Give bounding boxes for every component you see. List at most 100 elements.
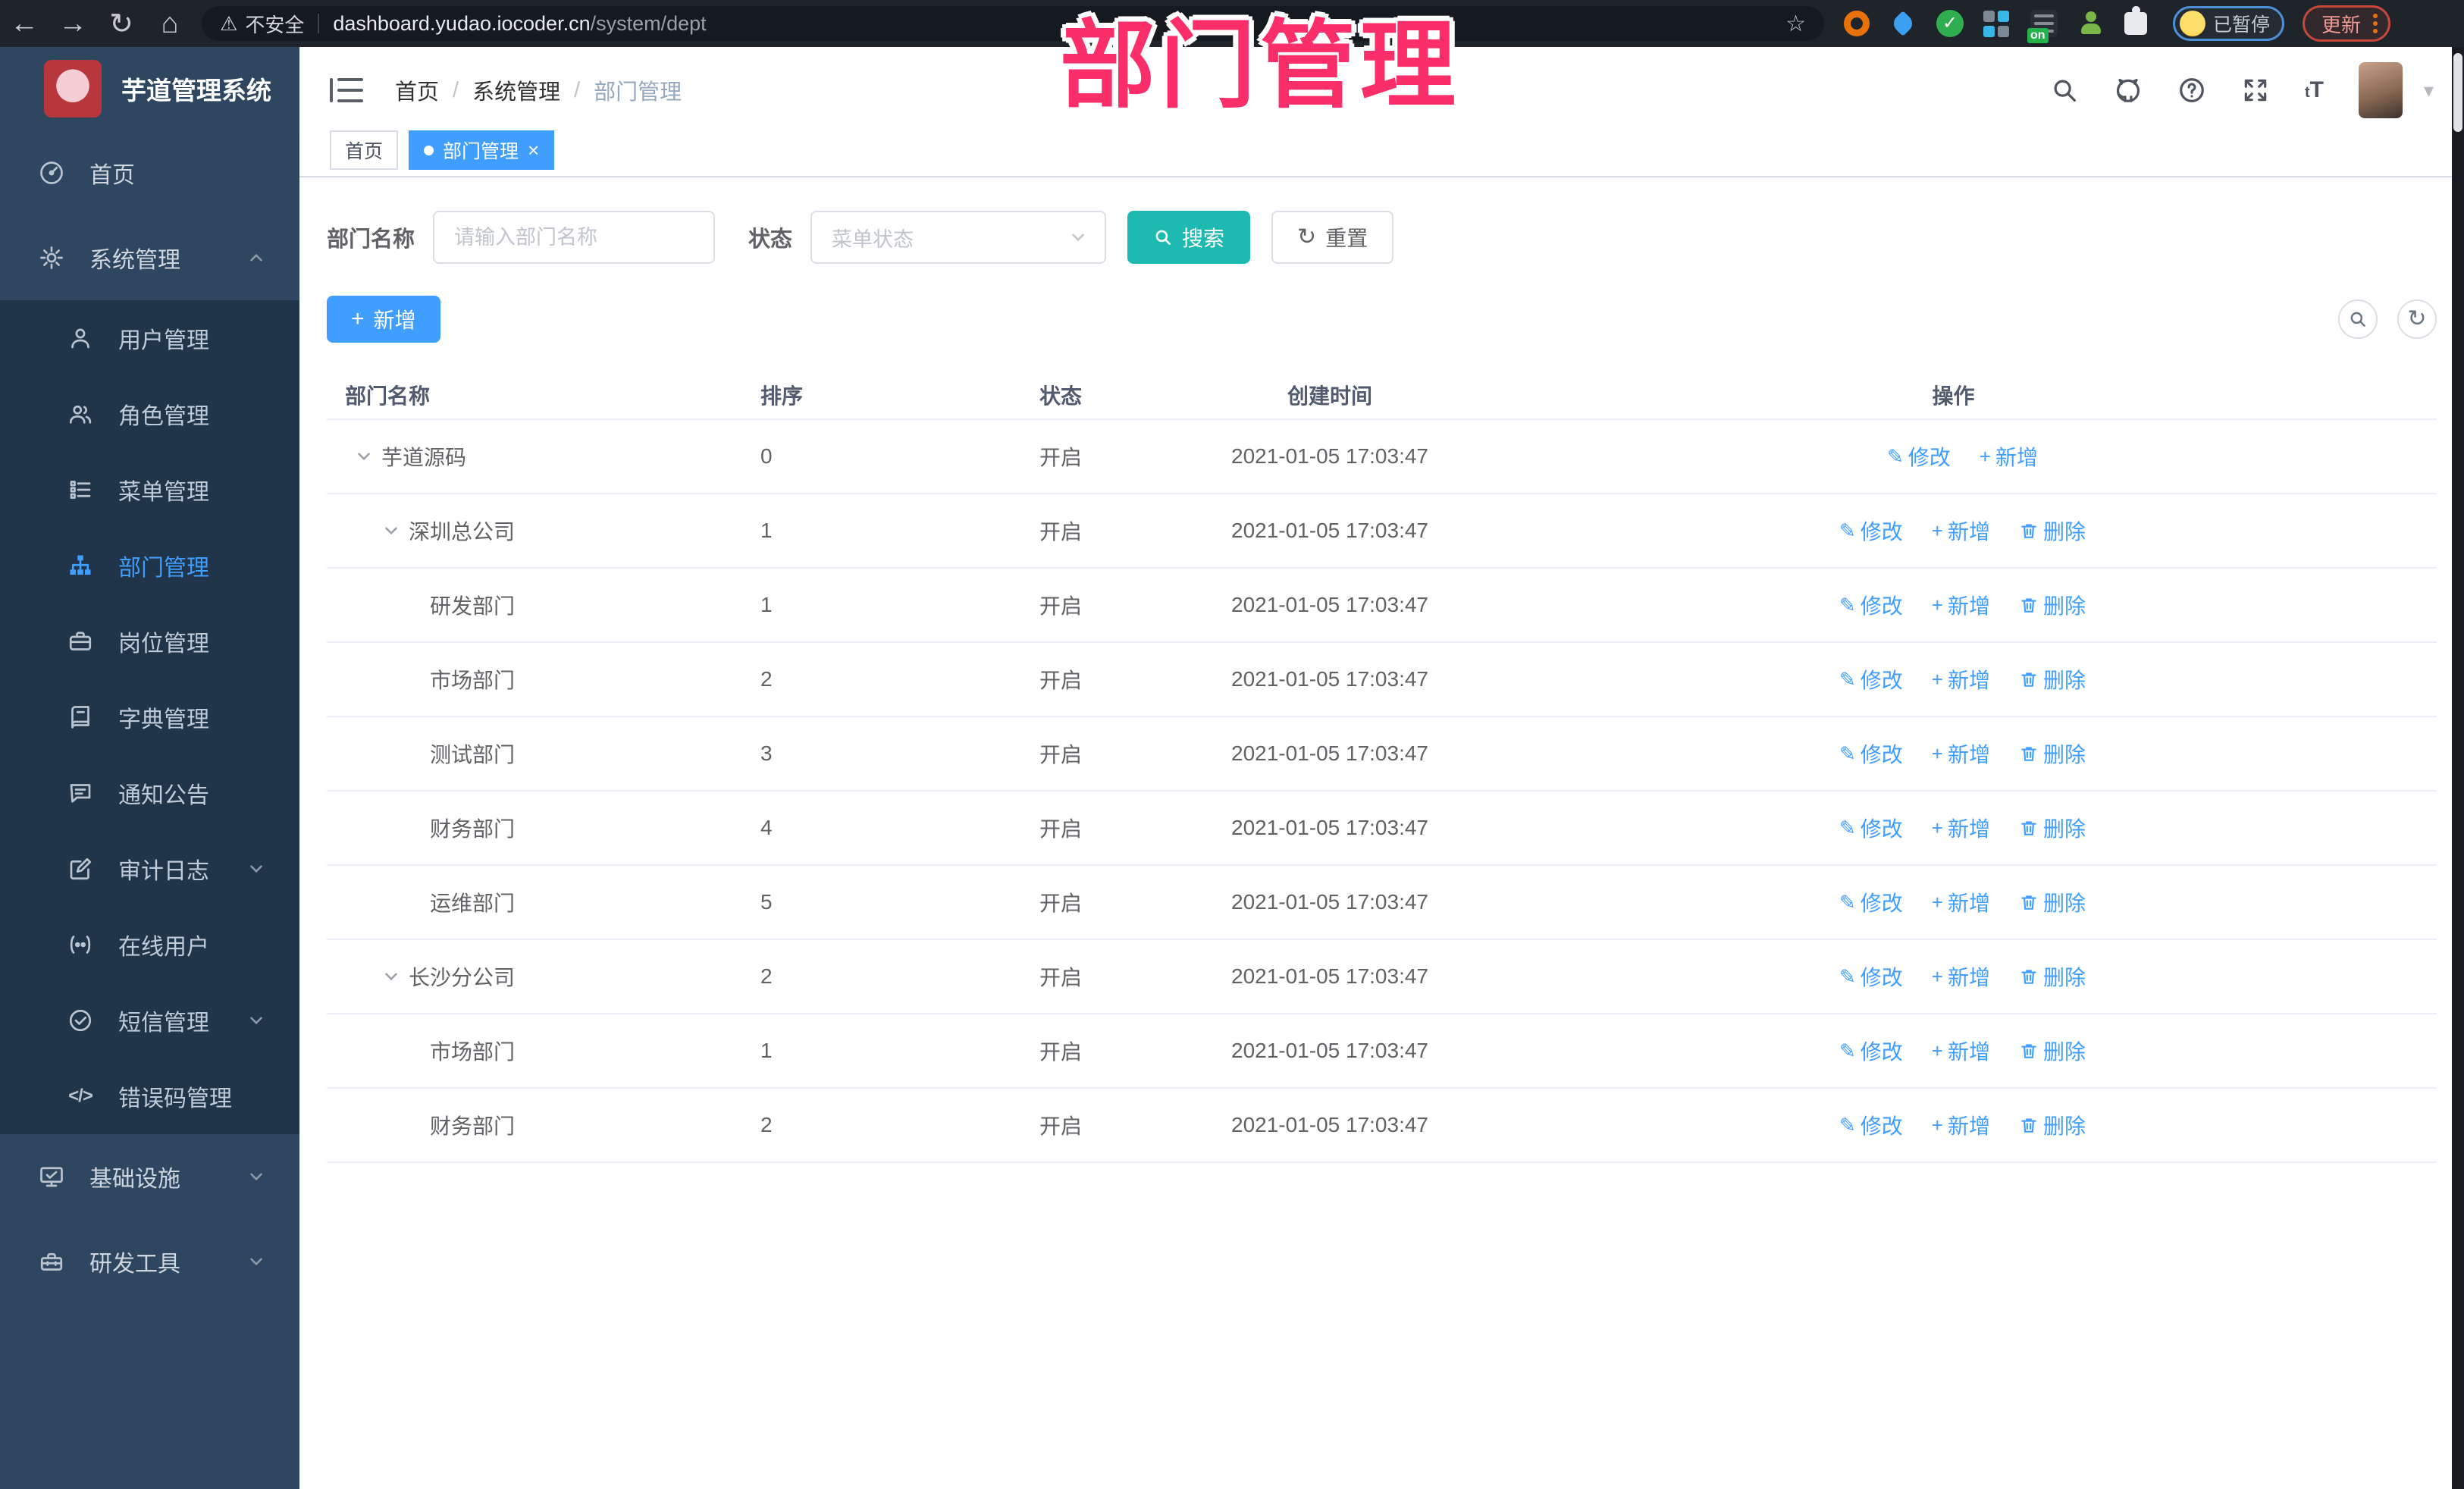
reload-icon[interactable]: ↻ [97,7,146,41]
browser-menu-icon[interactable] [2373,14,2378,33]
delete-link[interactable]: 删除 [2019,738,2086,769]
modify-link[interactable]: ✎ 修改 [1839,1036,1903,1066]
add-link[interactable]: + 新增 [1980,441,2038,472]
sidebar-item-error-code-management[interactable]: </> 错误码管理 [0,1058,299,1134]
close-tab-icon[interactable]: × [528,140,539,160]
col-header-sort: 排序 [760,384,804,408]
github-icon[interactable] [2114,76,2143,105]
address-bar[interactable]: ⚠ 不安全 dashboard.yudao.iocoder.cn /system… [202,6,1824,41]
add-link[interactable]: + 新增 [1932,961,1990,992]
search-button[interactable]: 搜索 [1127,211,1251,264]
app-logo-row[interactable]: 芋道管理系统 [0,47,299,130]
fullscreen-icon[interactable] [2241,76,2270,105]
extension-grid-icon[interactable] [1983,10,2011,37]
delete-link[interactable]: 删除 [2019,664,2086,694]
sidebar-item-role-management[interactable]: 角色管理 [0,376,299,452]
collapse-sidebar-button[interactable] [330,77,363,104]
add-link[interactable]: + 新增 [1932,887,1990,917]
user-avatar[interactable] [2358,62,2403,118]
add-link[interactable]: + 新增 [1932,1036,1990,1066]
sidebar-item-post-management[interactable]: 岗位管理 [0,603,299,679]
modify-link[interactable]: ✎ 修改 [1887,441,1951,472]
sidebar-item-menu-management[interactable]: 菜单管理 [0,452,299,528]
reset-button[interactable]: ↻ 重置 [1271,211,1394,264]
sidebar-item-dept-management[interactable]: 部门管理 [0,528,299,603]
sidebar-item-online-users[interactable]: 在线用户 [0,907,299,983]
modify-link[interactable]: ✎ 修改 [1839,590,1903,620]
expand-arrow-icon[interactable] [381,967,401,986]
modify-link[interactable]: ✎ 修改 [1839,1110,1903,1140]
tab-home[interactable]: 首页 [330,130,399,170]
sidebar-item-label: 在线用户 [118,935,209,960]
add-link[interactable]: + 新增 [1932,813,1990,843]
add-link[interactable]: + 新增 [1932,1110,1990,1140]
col-header-time: 创建时间 [1287,384,1372,408]
dept-name: 市场部门 [430,669,516,692]
extension-orange-icon[interactable] [1844,11,1870,36]
chevron-down-icon [246,1011,266,1030]
dept-status: 开启 [1039,446,1082,469]
sidebar-item-user-management[interactable]: 用户管理 [0,300,299,376]
sidebar-item-audit-log[interactable]: 审计日志 [0,831,299,907]
breadcrumb: 首页 / 系统管理 / 部门管理 [395,74,682,106]
add-link[interactable]: + 新增 [1932,590,1990,620]
status-select[interactable]: 菜单状态 [810,211,1107,264]
modify-link[interactable]: ✎ 修改 [1839,813,1903,843]
bookmark-star-icon[interactable]: ☆ [1785,11,1806,37]
delete-link[interactable]: 删除 [2019,1110,2086,1140]
tab-dept-management[interactable]: 部门管理 × [409,130,555,170]
back-icon[interactable]: ← [0,8,49,40]
extensions-puzzle-icon[interactable] [2124,6,2152,37]
home-icon[interactable]: ⌂ [146,8,194,40]
forward-icon[interactable]: → [49,8,97,40]
modify-link[interactable]: ✎ 修改 [1839,887,1903,917]
add-link[interactable]: + 新增 [1932,664,1990,694]
sidebar-item-home[interactable]: 首页 [0,130,299,215]
modify-link[interactable]: ✎ 修改 [1839,961,1903,992]
table-row: 芋道源码 0 开启 2021-01-05 17:03:47 ✎ 修改 + 新增 [327,420,2437,494]
expand-arrow-icon[interactable] [354,447,374,466]
table-row: 市场部门 2 开启 2021-01-05 17:03:47 ✎ 修改 + 新增 删除 [327,643,2437,717]
browser-update-button[interactable]: 更新 [2303,5,2391,42]
extension-green-check-icon[interactable]: ✓ [1936,10,1964,37]
extension-list-icon[interactable]: on [2027,10,2058,43]
browser-profile-chip[interactable]: 已暂停 [2173,6,2285,41]
scrollbar-thumb[interactable] [2453,53,2462,132]
toggle-search-button[interactable] [2338,299,2378,339]
modify-link[interactable]: ✎ 修改 [1839,664,1903,694]
dept-name: 市场部门 [430,1040,516,1064]
font-size-icon[interactable]: tT [2305,77,2324,103]
caret-down-icon[interactable]: ▾ [2424,79,2434,102]
modify-link[interactable]: ✎ 修改 [1839,738,1903,769]
refresh-table-button[interactable]: ↻ [2397,299,2437,339]
extension-blue-drop-icon[interactable] [1889,10,1917,37]
delete-link[interactable]: 删除 [2019,1036,2086,1066]
extension-person-icon[interactable] [2077,10,2105,37]
sidebar-item-sms-management[interactable]: 短信管理 [0,983,299,1058]
delete-link[interactable]: 删除 [2019,590,2086,620]
add-link[interactable]: + 新增 [1932,516,1990,546]
dept-name-input[interactable] [433,211,716,264]
delete-link[interactable]: 删除 [2019,961,2086,992]
delete-link[interactable]: 删除 [2019,813,2086,843]
search-icon[interactable] [2050,76,2079,105]
profile-avatar-emoji [2180,11,2205,36]
breadcrumb-home[interactable]: 首页 [395,74,439,106]
expand-arrow-icon[interactable] [381,521,401,541]
sidebar-item-system-management[interactable]: 系统管理 [0,215,299,300]
plus-icon: + [1931,594,1943,616]
breadcrumb-separator: / [453,77,459,102]
tab-label: 首页 [345,141,384,162]
breadcrumb-system-management[interactable]: 系统管理 [472,74,560,106]
modify-link[interactable]: ✎ 修改 [1839,516,1903,546]
delete-link[interactable]: 删除 [2019,516,2086,546]
add-button[interactable]: + 新增 [327,296,440,343]
add-link[interactable]: + 新增 [1932,738,1990,769]
sidebar-item-dev-tools[interactable]: 研发工具 [0,1219,299,1304]
sidebar-item-dict-management[interactable]: 字典管理 [0,679,299,755]
help-icon[interactable] [2177,76,2206,105]
delete-link[interactable]: 删除 [2019,887,2086,917]
sidebar-item-infrastructure[interactable]: 基础设施 [0,1134,299,1219]
dept-status: 开启 [1039,743,1082,766]
sidebar-item-notice-announcement[interactable]: 通知公告 [0,755,299,831]
